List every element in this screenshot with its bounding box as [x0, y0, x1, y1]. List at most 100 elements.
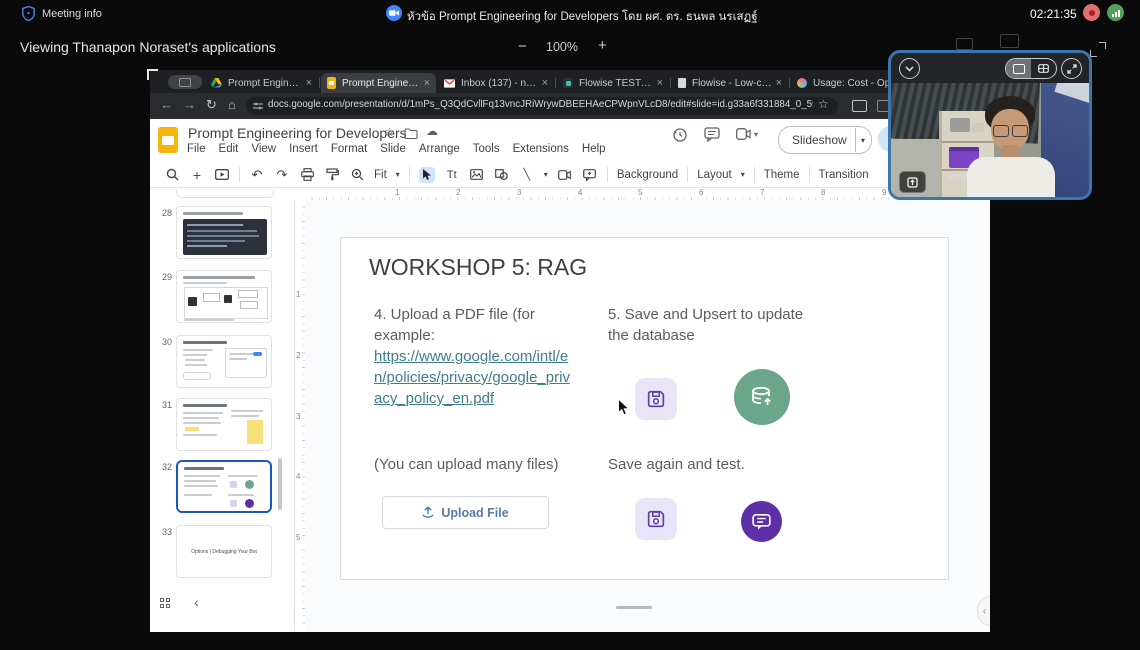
cloud-status-icon[interactable]: ☁ [426, 124, 438, 138]
layout-button[interactable]: Layout [697, 169, 732, 181]
theme-button[interactable]: Theme [764, 169, 800, 181]
slide-thumbnail-29[interactable] [176, 270, 272, 323]
tab-close-icon[interactable]: × [306, 77, 312, 89]
video-call-icon[interactable] [736, 128, 751, 140]
expand-video-button[interactable] [1061, 58, 1082, 79]
step5-text[interactable]: 5. Save and Upsert to update the databas… [608, 304, 820, 346]
signal-indicator-icon[interactable] [1107, 4, 1124, 21]
tab-close-icon[interactable]: × [657, 77, 663, 89]
insert-video-icon[interactable] [557, 167, 573, 183]
meeting-info-label[interactable]: Meeting info [42, 8, 102, 20]
notes-resize-handle[interactable] [616, 606, 652, 609]
shape-icon[interactable] [494, 167, 510, 183]
browser-tab[interactable]: Prompt Engineering × [205, 73, 318, 93]
participant-video-overlay[interactable] [888, 50, 1092, 200]
slide-title[interactable]: WORKSHOP 5: RAG [369, 254, 587, 281]
browser-tab[interactable]: Flowise - Low-code | × [672, 73, 788, 93]
menu-slide[interactable]: Slide [380, 143, 406, 155]
add-comment-icon[interactable] [582, 167, 598, 183]
move-folder-icon[interactable] [404, 128, 418, 139]
window-view-icon[interactable] [956, 38, 973, 50]
present-preview-icon[interactable] [214, 167, 230, 183]
paint-format-icon[interactable] [324, 167, 340, 183]
speaker-view-button[interactable] [1006, 59, 1031, 78]
slide-thumbnail-32-selected[interactable] [176, 460, 272, 513]
fit-caret-icon[interactable]: ▾ [396, 170, 400, 179]
filmstrip-scrollbar[interactable] [278, 458, 282, 510]
select-cursor-icon[interactable] [419, 167, 435, 183]
step4-note[interactable]: (You can upload many files) [374, 454, 614, 475]
current-slide[interactable]: WORKSHOP 5: RAG 4. Upload a PDF file (fo… [340, 237, 949, 580]
upload-file-button[interactable]: Upload File [382, 496, 549, 529]
video-call-caret-icon[interactable]: ▾ [754, 130, 758, 139]
site-settings-icon[interactable] [253, 101, 263, 111]
textbox-icon[interactable]: Tt [444, 167, 460, 183]
browser-tab[interactable]: Inbox (137) - nor.tha × [438, 73, 554, 93]
image-icon[interactable] [469, 167, 485, 183]
line-caret-icon[interactable]: ▾ [544, 170, 548, 179]
menu-arrange[interactable]: Arrange [419, 143, 460, 155]
redo-icon[interactable]: ↷ [274, 167, 290, 183]
pin-video-button[interactable] [899, 171, 926, 193]
corner-tr [1099, 42, 1106, 49]
menu-insert[interactable]: Insert [289, 143, 318, 155]
grid-view-button[interactable] [160, 598, 171, 609]
slide-thumbnail-33[interactable]: Options | Debugging Your Bot [176, 525, 272, 578]
password-manager-icon[interactable] [852, 100, 867, 112]
line-icon[interactable]: ╲ [519, 167, 535, 183]
menu-file[interactable]: File [187, 143, 206, 155]
slide-thumbnail-31[interactable] [176, 398, 272, 451]
zoom-out-button[interactable]: − [518, 38, 527, 55]
menu-help[interactable]: Help [582, 143, 606, 155]
step5-note[interactable]: Save again and test. [608, 454, 828, 475]
exit-minimal-view-icon[interactable] [1090, 42, 1106, 57]
search-icon[interactable] [164, 167, 180, 183]
menu-extensions[interactable]: Extensions [513, 143, 569, 155]
print-icon[interactable] [299, 167, 315, 183]
reload-icon[interactable]: ↻ [206, 97, 217, 113]
star-document-icon[interactable]: ☆ [384, 125, 395, 139]
slide-thumbnail-28[interactable] [176, 206, 272, 259]
menu-view[interactable]: View [251, 143, 276, 155]
undo-icon[interactable]: ↶ [249, 167, 265, 183]
tab-close-icon[interactable]: × [776, 77, 782, 89]
menu-tools[interactable]: Tools [473, 143, 500, 155]
home-icon[interactable]: ⌂ [228, 97, 236, 113]
zoom-fit-select[interactable]: Fit [374, 169, 387, 181]
zoom-in-button[interactable]: + [598, 37, 607, 54]
menu-edit[interactable]: Edit [219, 143, 239, 155]
gallery-view-button[interactable] [1031, 59, 1056, 78]
background-button[interactable]: Background [617, 169, 678, 181]
slideshow-button[interactable]: Slideshow ▾ [778, 126, 872, 154]
step4-text[interactable]: 4. Upload a PDF file (for example: [374, 304, 576, 346]
collapse-video-button[interactable] [899, 58, 920, 79]
document-title[interactable]: Prompt Engineering for Developers [188, 125, 407, 141]
comments-icon[interactable] [704, 127, 720, 142]
browser-tab-active[interactable]: Prompt Engineering | × [321, 73, 436, 93]
slide-thumbnail-30[interactable] [176, 335, 272, 388]
collapse-filmstrip-icon[interactable]: ‹ [194, 594, 199, 610]
menu-format[interactable]: Format [331, 143, 367, 155]
zoom-icon[interactable] [349, 167, 365, 183]
history-icon[interactable] [672, 127, 688, 143]
slides-app-icon[interactable] [158, 127, 178, 153]
back-icon[interactable]: ← [160, 97, 173, 113]
new-slide-icon[interactable]: + [189, 167, 205, 183]
browser-tab[interactable]: Flowise TEST RAG - × [557, 73, 669, 93]
step4-link[interactable]: https://www.google.com/intl/en/policies/… [374, 346, 576, 409]
slideshow-caret-icon[interactable]: ▾ [855, 136, 871, 145]
tab-close-icon[interactable]: × [542, 77, 548, 89]
monitor-view-icon[interactable] [1000, 34, 1019, 48]
tab-label: Prompt Engineering [228, 78, 302, 89]
record-indicator-icon[interactable] [1083, 4, 1100, 21]
layout-caret-icon[interactable]: ▾ [741, 170, 745, 179]
url-text[interactable]: docs.google.com/presentation/d/1mPs_Q3Qd… [268, 99, 813, 110]
tab-search-pill[interactable] [168, 75, 202, 89]
thumb-highlight [185, 427, 199, 431]
transition-button[interactable]: Transition [819, 169, 869, 181]
forward-icon[interactable]: → [183, 97, 196, 113]
ruler-number: 5 [296, 533, 300, 542]
tab-close-icon[interactable]: × [424, 77, 430, 89]
bookmark-star-icon[interactable]: ☆ [818, 97, 829, 111]
zoom-level[interactable]: 100% [546, 40, 578, 54]
